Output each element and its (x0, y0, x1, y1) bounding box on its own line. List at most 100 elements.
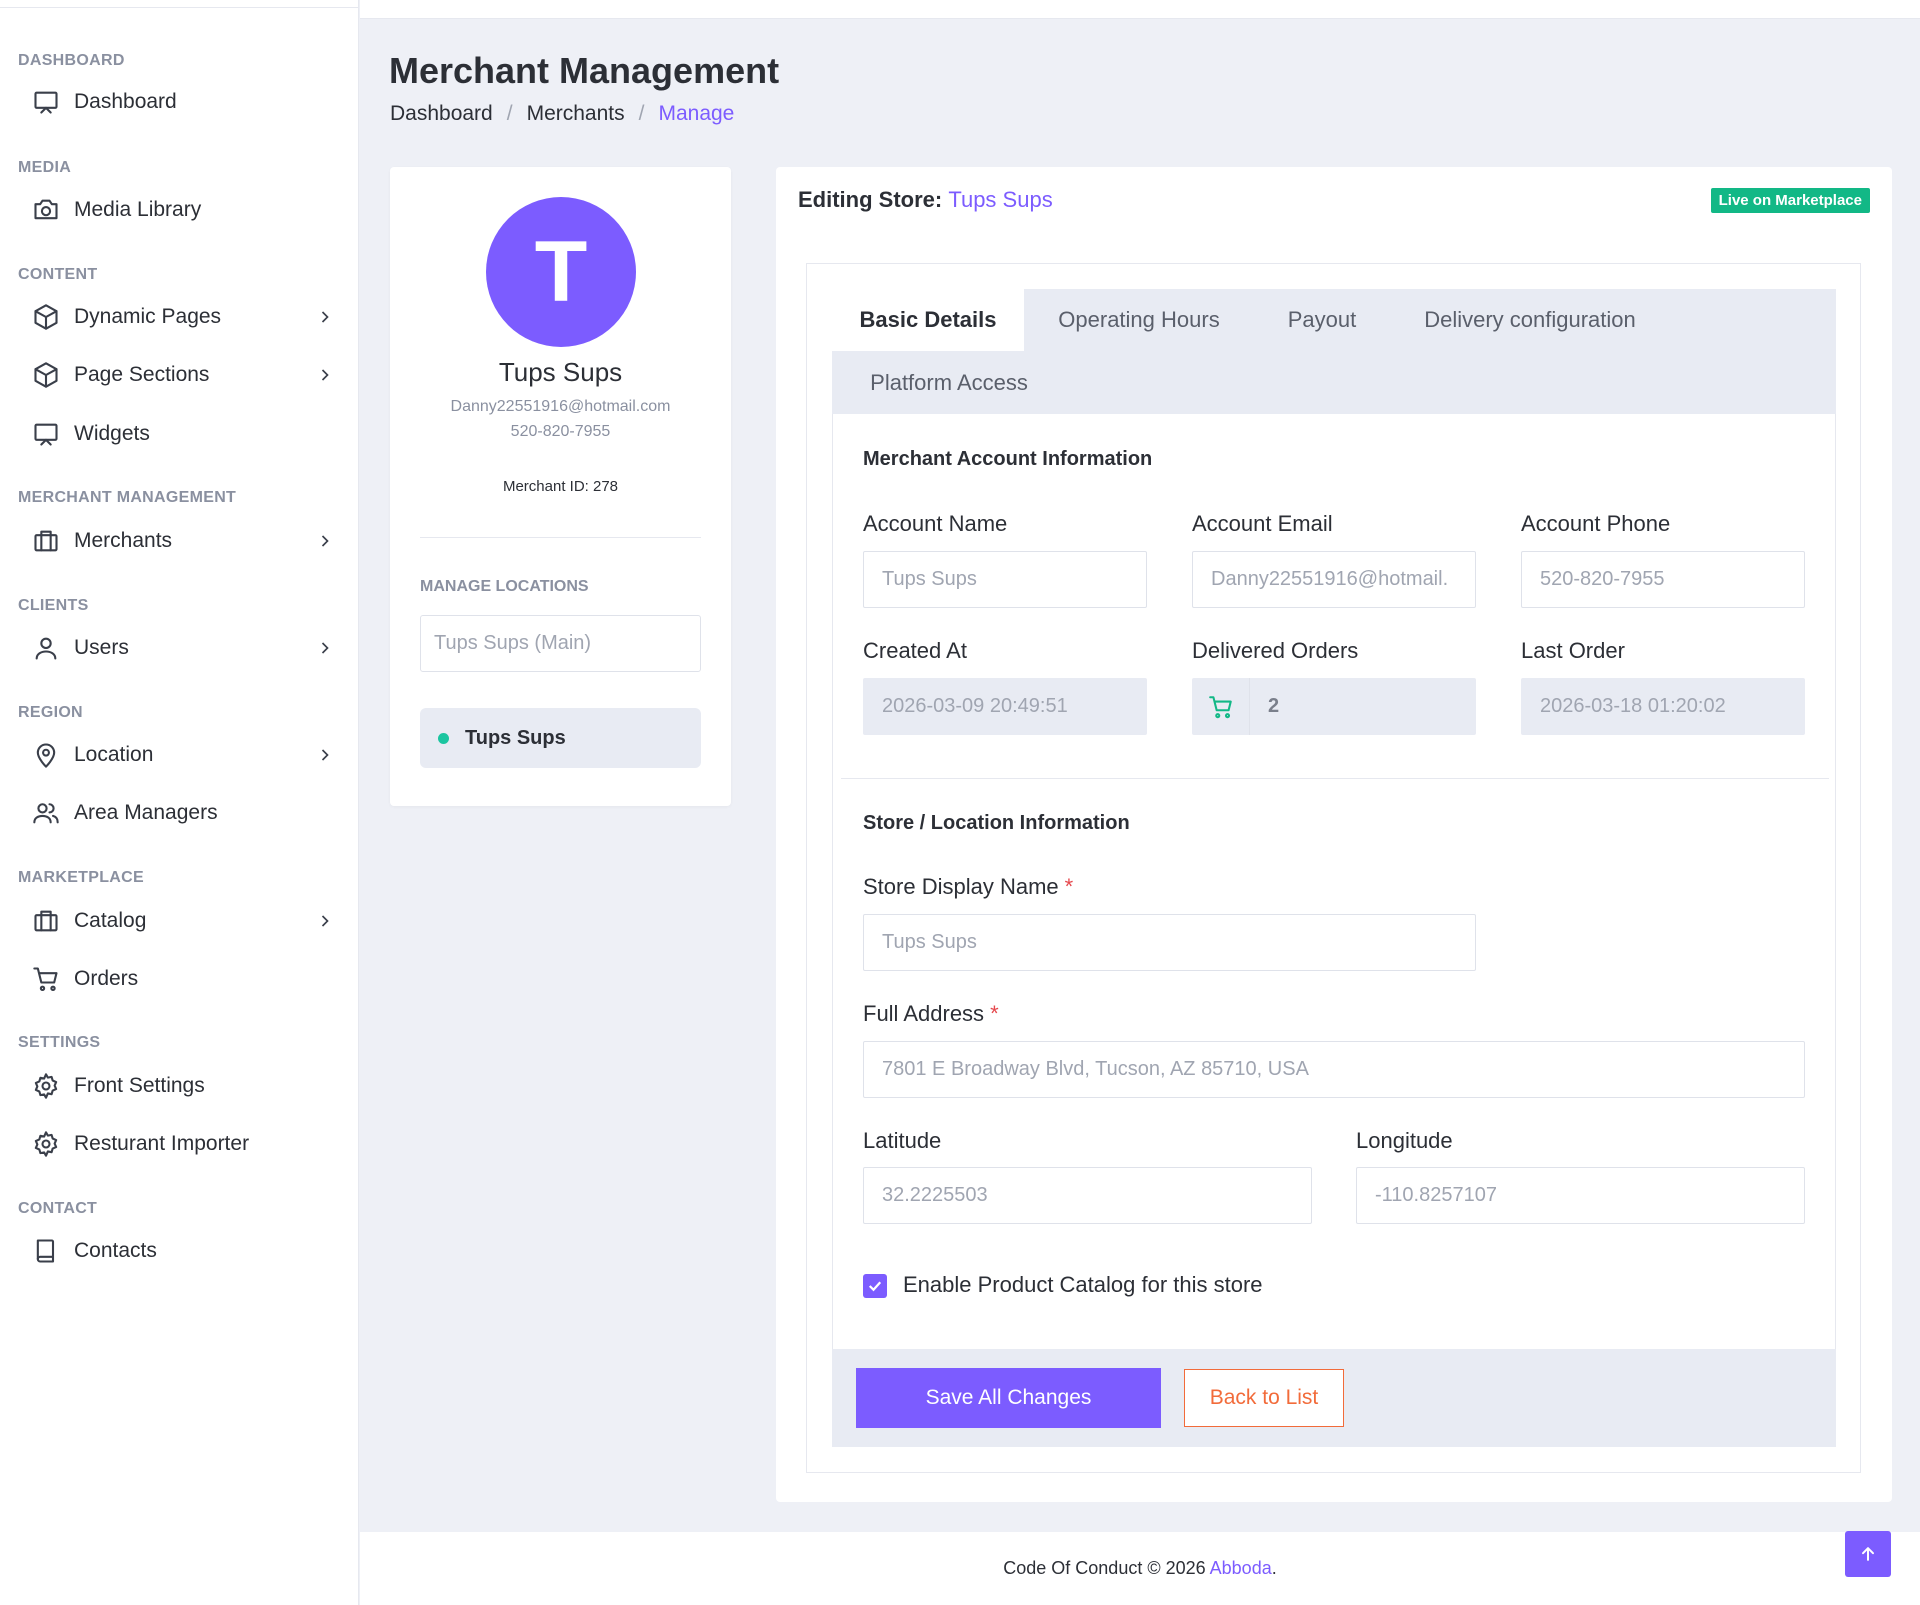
back-to-list-button[interactable]: Back to List (1184, 1369, 1344, 1427)
sidebar-item-label: Merchants (74, 529, 173, 552)
account-email-label: Account Email (1192, 511, 1333, 536)
account-name-input[interactable]: Tups Sups (863, 551, 1147, 608)
page-footer: Code Of Conduct © 2026 Abboda. (360, 1532, 1920, 1605)
nav-section-dashboard: DASHBOARD (18, 52, 125, 69)
sidebar-item-users[interactable]: Users (0, 624, 359, 672)
manage-locations-label: MANAGE LOCATIONS (420, 578, 589, 595)
store-display-name-input[interactable]: Tups Sups (863, 914, 1476, 971)
breadcrumb-dashboard[interactable]: Dashboard (390, 102, 493, 126)
editing-store-prefix: Editing Store: (798, 187, 943, 212)
sidebar-item-dashboard[interactable]: Dashboard (0, 78, 359, 126)
briefcase-icon (30, 905, 62, 937)
sidebar-item-contacts[interactable]: Contacts (0, 1227, 359, 1275)
merchant-phone: 520-820-7955 (510, 423, 611, 440)
form-actions: Save All Changes Back to List (832, 1349, 1836, 1447)
sidebar-item-label: Dashboard (74, 90, 177, 113)
merchant-id: Merchant ID: 278 (502, 478, 619, 495)
sidebar-item-page-sections[interactable]: Page Sections (0, 351, 359, 399)
merchant-profile-card: T Tups Sups Danny22551916@hotmail.com 52… (390, 167, 731, 806)
account-name-label: Account Name (863, 511, 1008, 536)
breadcrumb-manage: Manage (658, 102, 735, 125)
chevron-right-icon (315, 307, 335, 327)
box-icon (30, 359, 62, 391)
merchant-name: Tups Sups (498, 357, 623, 387)
nav-section-marketplace: MARKETPLACE (18, 869, 144, 886)
sidebar-item-orders[interactable]: Orders (0, 955, 359, 1003)
profile-divider (420, 537, 701, 538)
required-mark: * (1064, 874, 1074, 899)
sidebar-item-catalog[interactable]: Catalog (0, 897, 359, 945)
sidebar-item-front-settings[interactable]: Front Settings (0, 1062, 359, 1110)
full-address-label-text: Full Address (863, 1001, 985, 1026)
sidebar-item-label: Orders (74, 967, 139, 990)
sidebar-item-resturant-importer[interactable]: Resturant Importer (0, 1120, 359, 1168)
sidebar-item-label: Location (74, 743, 154, 766)
camera-icon (30, 194, 62, 226)
tab-delivery-configuration[interactable]: Delivery configuration (1390, 289, 1670, 351)
nav-section-contact: CONTACT (18, 1200, 98, 1217)
avatar: T (486, 197, 636, 347)
sidebar-item-merchants[interactable]: Merchants (0, 517, 359, 565)
breadcrumb-merchants[interactable]: Merchants (527, 102, 625, 126)
merchant-account-section-title: Merchant Account Information (863, 448, 1153, 470)
longitude-input[interactable]: -110.8257107 (1356, 1167, 1805, 1224)
nav-section-settings: SETTINGS (18, 1034, 101, 1051)
sidebar-top-divider (0, 7, 359, 8)
nav-section-content: CONTENT (18, 266, 98, 283)
last-order-field: 2026-03-18 01:20:02 (1521, 678, 1805, 735)
delivered-orders-label: Delivered Orders (1192, 638, 1359, 663)
edit-store-card: Editing Store: Tups Sups Live on Marketp… (776, 167, 1892, 1502)
location-name: Tups Sups (465, 726, 566, 749)
created-at-label: Created At (863, 638, 967, 663)
breadcrumb-separator: / (638, 102, 645, 125)
tab-payout[interactable]: Payout (1254, 289, 1390, 351)
monitor-icon (30, 86, 62, 118)
scroll-to-top-button[interactable] (1845, 1531, 1891, 1577)
full-address-input[interactable]: 7801 E Broadway Blvd, Tucson, AZ 85710, … (863, 1041, 1805, 1098)
latitude-input[interactable]: 32.2225503 (863, 1167, 1312, 1224)
nav-section-media: MEDIA (18, 159, 72, 176)
editing-store-name: Tups Sups (948, 187, 1053, 212)
sidebar-item-widgets[interactable]: Widgets (0, 410, 359, 458)
sidebar-item-label: Dynamic Pages (74, 305, 222, 328)
sidebar-item-label: Front Settings (74, 1074, 205, 1097)
account-email-input[interactable]: Danny22551916@hotmail. (1192, 551, 1476, 608)
sidebar-item-label: Media Library (74, 198, 202, 221)
location-list-item[interactable]: Tups Sups (420, 708, 701, 768)
save-button[interactable]: Save All Changes (856, 1368, 1161, 1428)
catalog-checkbox-label[interactable]: Enable Product Catalog for this store (903, 1272, 1263, 1298)
latitude-label: Latitude (863, 1128, 942, 1153)
editing-store-heading: Editing Store: Tups Sups (798, 187, 1053, 213)
created-at-field: 2026-03-09 20:49:51 (863, 678, 1147, 735)
sidebar-item-media-library[interactable]: Media Library (0, 186, 359, 234)
catalog-checkbox[interactable] (863, 1274, 887, 1298)
sidebar-item-label: Contacts (74, 1239, 157, 1262)
gear-icon (30, 1128, 62, 1160)
users-icon (30, 797, 62, 829)
account-phone-label: Account Phone (1521, 511, 1671, 536)
tab-bar: Basic Details Operating Hours Payout Del… (832, 289, 1836, 414)
chevron-right-icon (315, 365, 335, 385)
copyright-suffix: . (1271, 1558, 1277, 1578)
sidebar-item-location[interactable]: Location (0, 731, 359, 779)
location-select[interactable]: Tups Sups (Main) (420, 615, 701, 672)
arrow-up-icon (1862, 1547, 1874, 1561)
sidebar-item-dynamic-pages[interactable]: Dynamic Pages (0, 293, 359, 341)
account-phone-input[interactable]: 520-820-7955 (1521, 551, 1805, 608)
copyright: Code Of Conduct © 2026 Abboda. (360, 1558, 1920, 1579)
map-pin-icon (30, 739, 62, 771)
sidebar-item-area-managers[interactable]: Area Managers (0, 789, 359, 837)
store-location-section-title: Store / Location Information (863, 812, 1130, 834)
breadcrumb-separator: / (506, 102, 513, 125)
longitude-label: Longitude (1356, 1128, 1453, 1153)
briefcase-icon (30, 525, 62, 557)
sidebar-item-label: Widgets (74, 422, 150, 445)
tab-basic-details[interactable]: Basic Details (832, 289, 1024, 351)
brand-link[interactable]: Abboda (1210, 1558, 1272, 1578)
section-divider (841, 778, 1829, 779)
sidebar-item-label: Users (74, 636, 129, 659)
chevron-right-icon (315, 638, 335, 658)
tab-operating-hours[interactable]: Operating Hours (1024, 289, 1254, 351)
tab-platform-access[interactable]: Platform Access (832, 352, 1066, 414)
breadcrumb: Dashboard / Merchants / Manage (390, 102, 734, 126)
